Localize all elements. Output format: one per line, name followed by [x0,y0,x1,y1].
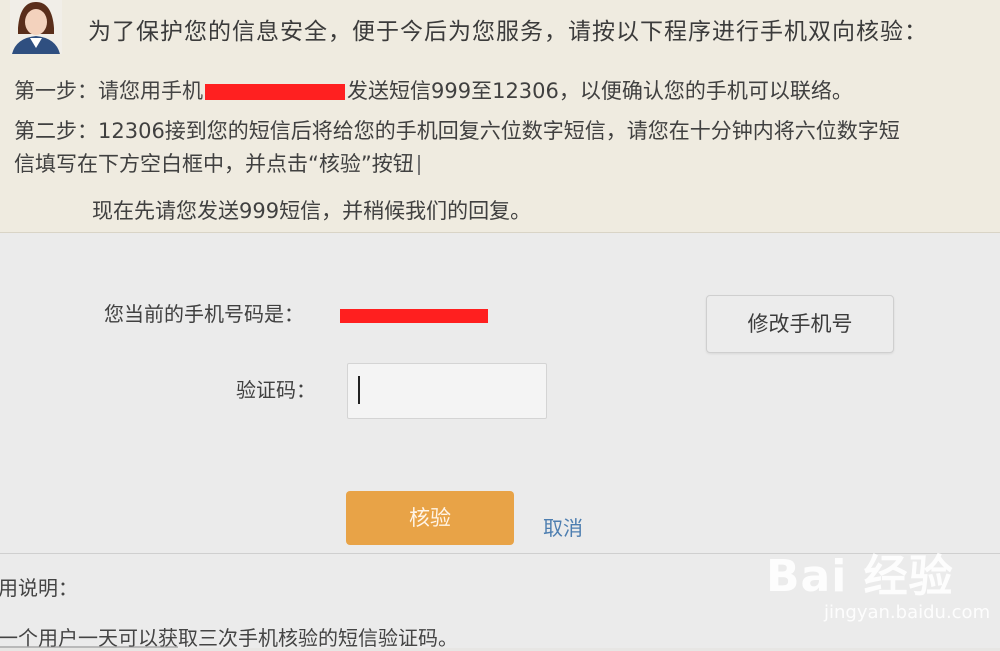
verify-button[interactable]: 核验 [346,491,514,545]
text-cursor-icon [417,155,420,175]
watermark-url: jingyan.baidu.com [824,602,991,623]
step-one-prefix: 第一步：请您用手机 [14,79,203,103]
wait-instruction: 现在先请您发送999短信，并稍候我们的回复。 [92,199,532,223]
change-phone-button[interactable]: 修改手机号 [706,295,894,353]
redacted-phone-number [205,84,345,100]
customer-service-avatar-icon [10,0,62,54]
input-caret [358,376,360,404]
watermark-logo: Bai 经验 [766,551,954,602]
step-two-text-line-1: 第二步：12306接到您的短信后将给您的手机回复六位数字短信，请您在十分钟内将六… [14,119,900,143]
step-two-line-2-text: 信填写在下方空白框中，并点击“核验”按钮 [14,152,414,176]
step-one-suffix: 发送短信999至12306，以便确认您的手机可以联络。 [347,79,853,103]
redacted-current-phone [340,309,488,323]
verification-notice: 为了保护您的信息安全，便于今后为您服务，请按以下程序进行手机双向核验： 第一步：… [0,0,1000,233]
help-title: 用说明： [0,576,78,600]
verification-code-input[interactable] [347,363,547,419]
baidu-jingyan-watermark: Bai 经验 jingyan.baidu.com [766,540,991,623]
step-two-text-line-2: 信填写在下方空白框中，并点击“核验”按钮 [14,148,420,178]
verification-code-label: 验证码： [236,378,316,402]
current-phone-label: 您当前的手机号码是： [104,302,304,326]
cancel-link[interactable]: 取消 [543,512,583,541]
step-one-text: 第一步：请您用手机 发送短信999至12306，以便确认您的手机可以联络。 [14,75,853,105]
notice-title: 为了保护您的信息安全，便于今后为您服务，请按以下程序进行手机双向核验： [88,19,928,45]
